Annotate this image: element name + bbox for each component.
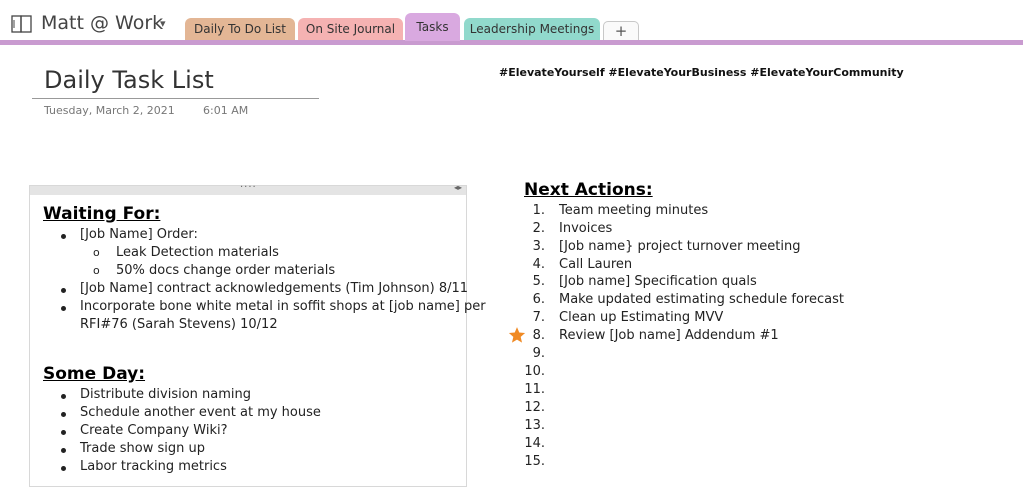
list-number: 15. <box>524 454 545 469</box>
list-number: 2. <box>532 221 545 236</box>
list-item[interactable]: Create Company Wiki? <box>80 423 228 438</box>
tab-label: On Site Journal <box>305 22 396 36</box>
list-number: 4. <box>532 257 545 272</box>
tab-leadership-meetings[interactable]: Leadership Meetings <box>464 18 600 40</box>
bullet-icon <box>61 234 66 239</box>
list-number: 9. <box>532 346 545 361</box>
resize-arrows-icon[interactable]: ◂▸ <box>454 183 462 192</box>
notebook-title[interactable]: Matt @ Work <box>41 12 163 34</box>
list-item[interactable]: Trade show sign up <box>80 441 205 456</box>
list-item[interactable]: Distribute division naming <box>80 387 251 402</box>
bullet-icon <box>61 466 66 471</box>
sub-bullet-icon: o <box>93 246 100 259</box>
list-item[interactable]: Incorporate bone white metal in soffit s… <box>80 299 486 314</box>
list-item[interactable]: Invoices <box>559 221 612 236</box>
waiting-for-heading[interactable]: Waiting For: <box>43 204 160 224</box>
list-item[interactable]: 50% docs change order materials <box>116 263 335 278</box>
tab-label: Tasks <box>416 20 449 34</box>
list-item[interactable]: Schedule another event at my house <box>80 405 321 420</box>
list-number: 5. <box>532 274 545 289</box>
list-number: 8. <box>532 328 545 343</box>
tab-on-site-journal[interactable]: On Site Journal <box>298 18 403 40</box>
list-number: 11. <box>524 382 545 397</box>
page-time: 6:01 AM <box>203 104 249 117</box>
bullet-icon <box>61 306 66 311</box>
bullet-icon <box>61 412 66 417</box>
sub-bullet-icon: o <box>93 264 100 277</box>
list-item[interactable]: Leak Detection materials <box>116 245 279 260</box>
hashtags-text[interactable]: #ElevateYourself #ElevateYourBusiness #E… <box>499 66 904 79</box>
list-item[interactable]: [Job Name] Order: <box>80 227 198 242</box>
list-item[interactable]: Labor tracking metrics <box>80 459 227 474</box>
bullet-icon <box>61 288 66 293</box>
bullet-icon <box>61 448 66 453</box>
add-section-button[interactable]: + <box>603 21 639 41</box>
title-divider <box>32 98 319 99</box>
list-item[interactable]: [Job name] Specification quals <box>559 274 757 289</box>
tab-label: Leadership Meetings <box>469 22 595 36</box>
tab-daily-to-do-list[interactable]: Daily To Do List <box>185 18 295 40</box>
list-item[interactable]: [Job Name] contract acknowledgements (Ti… <box>80 281 468 296</box>
list-number: 14. <box>524 436 545 451</box>
page-title[interactable]: Daily Task List <box>44 66 214 94</box>
list-item-continuation[interactable]: RFI#76 (Sarah Stevens) 10/12 <box>80 317 278 332</box>
notebook-icon[interactable] <box>11 15 33 33</box>
list-number: 12. <box>524 400 545 415</box>
section-color-bar <box>0 40 1023 45</box>
list-number: 13. <box>524 418 545 433</box>
list-item[interactable]: [Job name} project turnover meeting <box>559 239 800 254</box>
next-actions-heading[interactable]: Next Actions: <box>524 180 653 200</box>
some-day-heading[interactable]: Some Day: <box>43 364 145 384</box>
list-item[interactable]: Call Lauren <box>559 257 632 272</box>
list-number: 6. <box>532 292 545 307</box>
bullet-icon <box>61 394 66 399</box>
container-drag-handle[interactable]: ···· ◂▸ <box>30 182 466 195</box>
list-item[interactable]: Review [Job name] Addendum #1 <box>559 328 779 343</box>
list-number: 10. <box>524 364 545 379</box>
tab-tasks[interactable]: Tasks <box>405 13 460 41</box>
drag-dots-icon: ···· <box>240 182 257 193</box>
chevron-down-icon[interactable]: ▾ <box>160 17 166 30</box>
page-date: Tuesday, March 2, 2021 <box>44 104 175 117</box>
list-number: 3. <box>532 239 545 254</box>
bullet-icon <box>61 430 66 435</box>
notebook-bar: Matt @ Work ▾ Daily To Do List On Site J… <box>0 0 1023 44</box>
tab-label: Daily To Do List <box>194 22 286 36</box>
list-item[interactable]: Make updated estimating schedule forecas… <box>559 292 844 307</box>
list-item[interactable]: Clean up Estimating MVV <box>559 310 723 325</box>
list-number: 1. <box>532 203 545 218</box>
list-item[interactable]: Team meeting minutes <box>559 203 708 218</box>
list-number: 7. <box>532 310 545 325</box>
